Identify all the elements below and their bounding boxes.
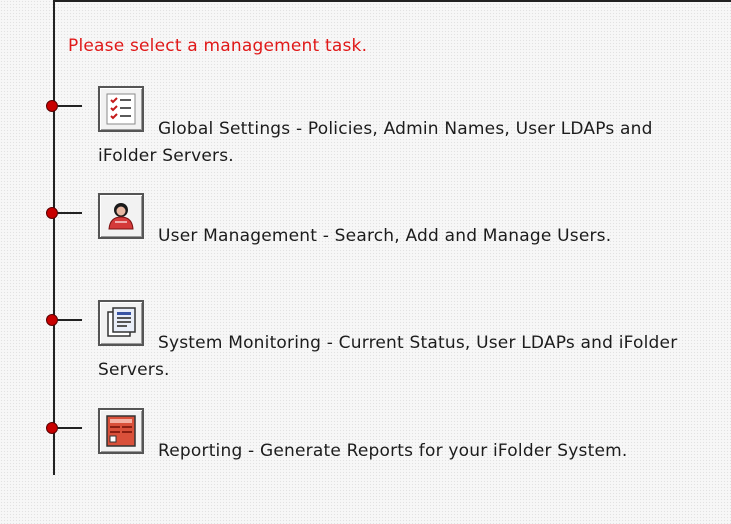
task-label-reporting[interactable]: Reporting - Generate Reports for your iF… [98,438,698,465]
task-label-global-settings[interactable]: Global Settings - Policies, Admin Names,… [98,116,698,170]
task-label-text[interactable]: Global Settings - Policies, Admin Names,… [98,119,653,166]
task-label-system-monitoring[interactable]: System Monitoring - Current Status, User… [98,330,698,384]
task-prompt: Please select a management task. [68,36,368,56]
task-label-text[interactable]: Reporting - Generate Reports for your iF… [158,441,627,461]
timeline-line [53,0,55,475]
top-divider [54,0,731,2]
timeline-node [46,100,58,112]
timeline-node [46,422,58,434]
task-label-user-management[interactable]: User Management - Search, Add and Manage… [98,223,698,250]
timeline-connector [58,212,82,214]
task-label-text[interactable]: System Monitoring - Current Status, User… [98,333,677,380]
timeline-node [46,207,58,219]
timeline-node [46,314,58,326]
timeline-connector [58,319,82,321]
management-task-page: Please select a management task. Global … [0,0,731,524]
timeline-connector [58,105,82,107]
task-label-text[interactable]: User Management - Search, Add and Manage… [158,226,611,246]
timeline-connector [58,427,82,429]
